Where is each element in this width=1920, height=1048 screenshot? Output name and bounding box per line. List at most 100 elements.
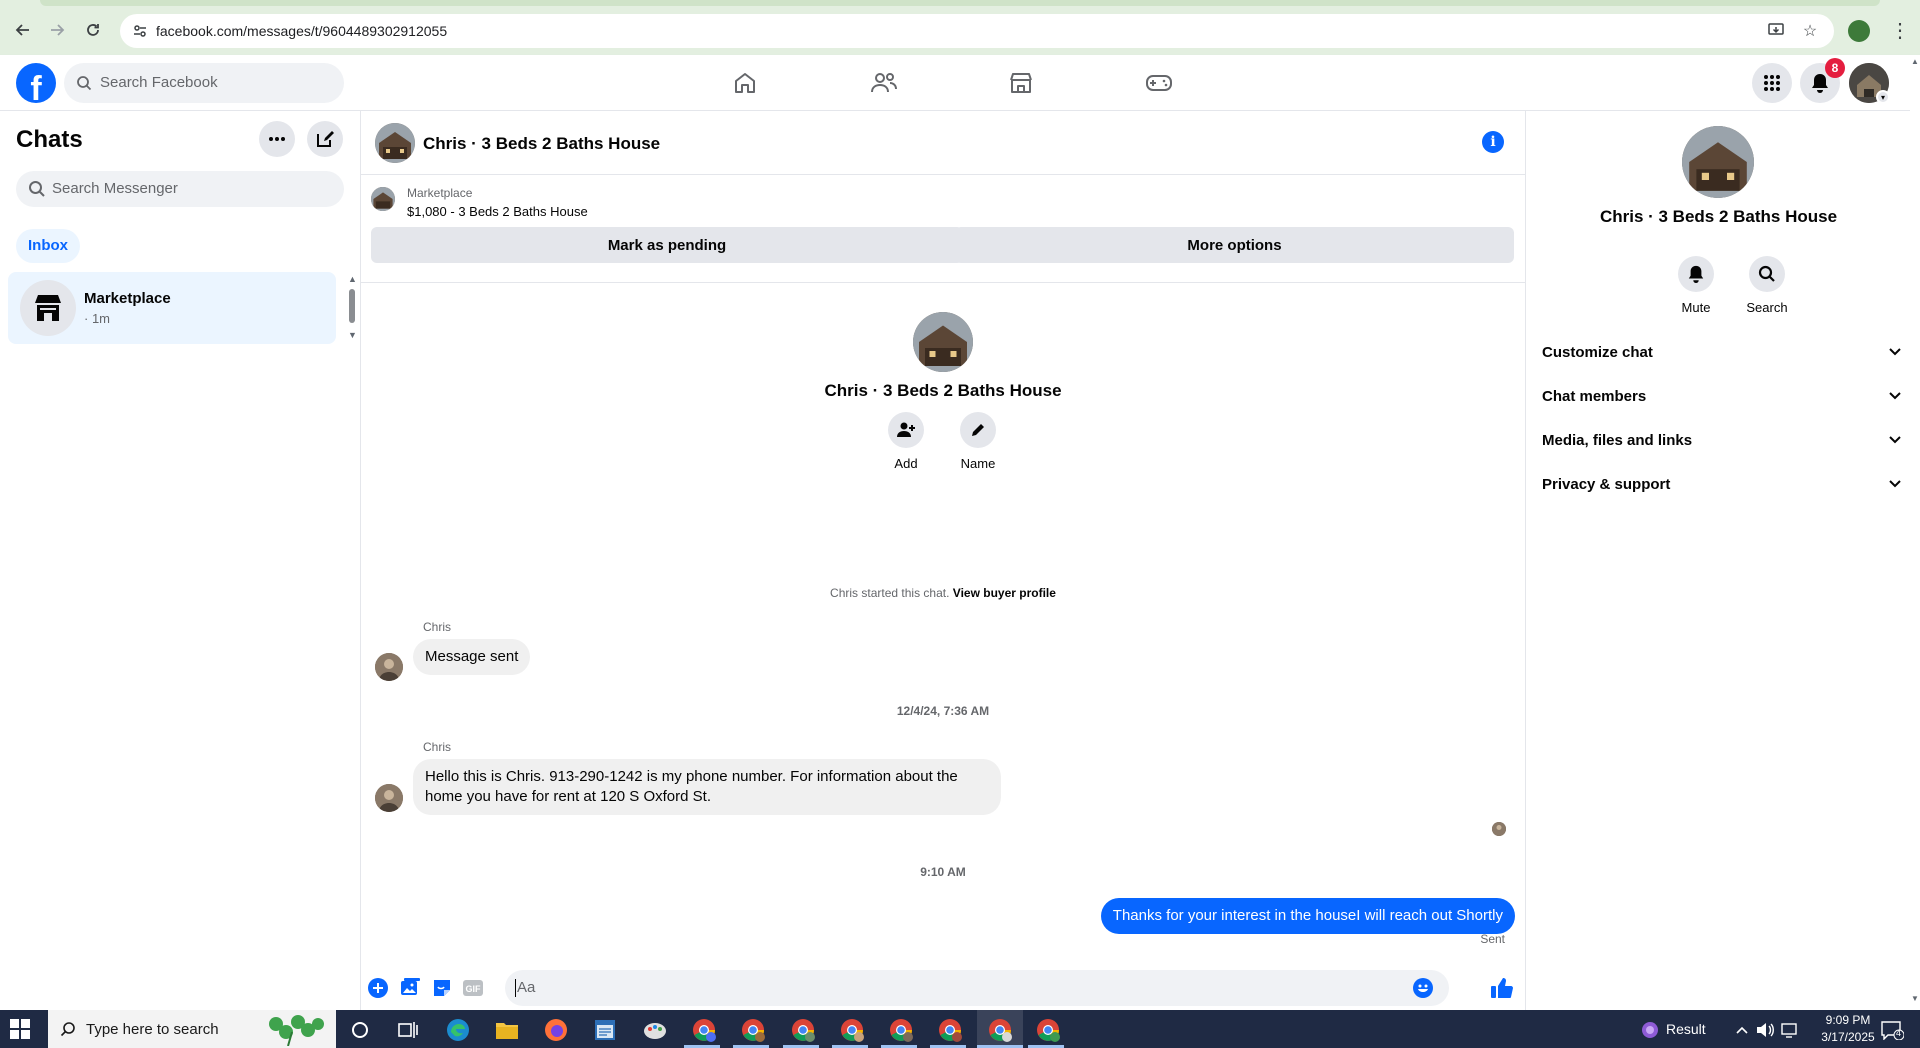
gif-button[interactable]: GIF bbox=[462, 977, 484, 999]
network-icon[interactable] bbox=[1776, 1016, 1804, 1044]
message-bubble[interactable]: Message sent bbox=[413, 639, 531, 675]
facebook-logo[interactable]: f bbox=[16, 63, 56, 103]
chrome-profile-7-icon[interactable] bbox=[1034, 1016, 1062, 1044]
new-message-button[interactable] bbox=[307, 121, 343, 157]
chrome-profile-2-icon[interactable] bbox=[739, 1016, 767, 1044]
name-label: Name bbox=[960, 456, 996, 471]
edit-name-button[interactable]: Name bbox=[948, 412, 1008, 471]
section-title: Media, files and links bbox=[1542, 431, 1693, 449]
chat-item-name: Marketplace bbox=[84, 290, 171, 307]
add-people-button[interactable]: Add bbox=[876, 412, 936, 471]
cortana-icon[interactable] bbox=[346, 1016, 374, 1044]
bookmark-star-icon[interactable]: ☆ bbox=[1800, 21, 1820, 41]
pencil-icon bbox=[972, 424, 984, 436]
taskbar-clock[interactable]: 9:09 PM 3/17/2025 bbox=[1816, 1012, 1880, 1046]
conversation-info-icon[interactable]: i bbox=[1482, 131, 1504, 153]
message-input[interactable]: Aa bbox=[505, 970, 1449, 1006]
facebook-search-input[interactable]: Search Facebook bbox=[64, 63, 344, 103]
more-options-button[interactable]: More options bbox=[955, 227, 1514, 263]
tray-label[interactable]: Result bbox=[1666, 1021, 1706, 1037]
customize-chat-section[interactable]: Customize chat bbox=[1542, 334, 1902, 370]
file-explorer-icon[interactable] bbox=[493, 1016, 521, 1044]
browser-menu-icon[interactable]: ⋮ bbox=[1890, 18, 1910, 43]
tray-app-icon[interactable] bbox=[1636, 1016, 1664, 1044]
chat-options-button[interactable] bbox=[259, 121, 295, 157]
mute-label: Mute bbox=[1681, 300, 1711, 315]
outgoing-message-bubble[interactable]: Thanks for your interest in the houseI w… bbox=[1100, 898, 1515, 934]
chrome-profile-3-icon[interactable] bbox=[789, 1016, 817, 1044]
site-info-icon[interactable] bbox=[132, 23, 148, 39]
emoji-icon[interactable] bbox=[1413, 978, 1433, 998]
page-scroll-up-arrow[interactable]: ▲ bbox=[1911, 57, 1919, 66]
listing-thumbnail[interactable] bbox=[371, 187, 395, 211]
message-bubble[interactable]: Hello this is Chris. 913-290-1242 is my … bbox=[413, 759, 1001, 815]
chrome-active-icon[interactable] bbox=[986, 1016, 1014, 1044]
nav-home-tab[interactable] bbox=[690, 61, 800, 105]
sender-avatar[interactable] bbox=[375, 653, 403, 681]
clover-icon bbox=[269, 1015, 324, 1046]
scroll-up-arrow[interactable]: ▲ bbox=[348, 274, 357, 284]
menu-button[interactable] bbox=[1752, 63, 1792, 103]
windows-start-icon[interactable] bbox=[10, 1019, 30, 1039]
chrome-profile-4-icon[interactable] bbox=[838, 1016, 866, 1044]
listing-title[interactable]: $1,080 - 3 Beds 2 Baths House bbox=[407, 204, 588, 219]
reload-button[interactable] bbox=[80, 17, 106, 43]
forward-button[interactable] bbox=[44, 17, 70, 43]
chevron-down-icon bbox=[1889, 436, 1901, 444]
browser-profile-icon[interactable] bbox=[1848, 20, 1870, 42]
more-actions-button[interactable] bbox=[367, 977, 389, 999]
chrome-profile-6-icon[interactable] bbox=[936, 1016, 964, 1044]
mute-button[interactable]: Mute bbox=[1661, 256, 1731, 315]
message-status: Sent bbox=[1480, 932, 1505, 946]
install-app-icon[interactable] bbox=[1766, 21, 1786, 41]
conversation-pane: Chris · 3 Beds 2 Baths House i Marketpla… bbox=[361, 111, 1525, 1010]
nav-gaming-tab[interactable] bbox=[1104, 61, 1214, 105]
photo-icon bbox=[401, 978, 420, 995]
svg-text:GIF: GIF bbox=[466, 984, 482, 994]
search-messenger-input[interactable]: Search Messenger bbox=[16, 171, 344, 207]
back-button[interactable] bbox=[10, 17, 36, 43]
view-buyer-profile-link[interactable]: View buyer profile bbox=[953, 586, 1056, 600]
page-scroll-down-arrow[interactable]: ▼ bbox=[1911, 994, 1919, 1003]
sidebar-scrollbar-thumb[interactable] bbox=[349, 289, 355, 323]
message-sender: Chris bbox=[423, 740, 452, 754]
account-caret-icon[interactable]: ▾ bbox=[1876, 90, 1890, 104]
inbox-filter-tab[interactable]: Inbox bbox=[16, 229, 80, 263]
nav-marketplace-tab[interactable] bbox=[966, 61, 1076, 105]
conversation-avatar[interactable] bbox=[375, 123, 415, 163]
sender-avatar[interactable] bbox=[375, 784, 403, 812]
add-label: Add bbox=[894, 456, 918, 471]
address-bar[interactable]: facebook.com/messages/t/9604489302912055… bbox=[120, 14, 1834, 48]
action-center-icon[interactable]: 4 bbox=[1878, 1016, 1906, 1044]
chat-members-section[interactable]: Chat members bbox=[1542, 378, 1902, 414]
media-files-links-section[interactable]: Media, files and links bbox=[1542, 422, 1902, 458]
attach-photo-button[interactable] bbox=[399, 977, 421, 999]
chrome-profile-5-icon[interactable] bbox=[887, 1016, 915, 1044]
privacy-support-section[interactable]: Privacy & support bbox=[1542, 466, 1902, 502]
details-avatar[interactable] bbox=[1682, 126, 1754, 198]
firefox-icon[interactable] bbox=[542, 1016, 570, 1044]
section-title: Chat members bbox=[1542, 387, 1647, 405]
paint-app-icon[interactable] bbox=[641, 1016, 669, 1044]
chrome-profile-1-icon[interactable] bbox=[690, 1016, 718, 1044]
home-icon bbox=[735, 73, 755, 93]
windows-taskbar: Type here to search Result 9:09 PM 3/17/… bbox=[0, 1010, 1920, 1048]
search-messenger-placeholder: Search Messenger bbox=[52, 180, 178, 197]
volume-icon[interactable] bbox=[1751, 1016, 1779, 1044]
conversation-title[interactable]: Chris · 3 Beds 2 Baths House bbox=[423, 134, 660, 154]
scroll-down-arrow[interactable]: ▼ bbox=[348, 330, 357, 340]
task-view-icon[interactable] bbox=[394, 1016, 422, 1044]
like-button[interactable] bbox=[1489, 975, 1515, 1001]
mark-as-pending-button[interactable]: Mark as pending bbox=[371, 227, 963, 263]
plus-circle-icon bbox=[368, 978, 388, 998]
page-scrollbar[interactable] bbox=[1910, 55, 1920, 1010]
chat-list-item[interactable]: Marketplace · 1m bbox=[8, 272, 336, 344]
details-name: Chris · 3 Beds 2 Baths House bbox=[1599, 207, 1838, 226]
app-window-icon[interactable] bbox=[591, 1016, 619, 1044]
edge-browser-icon[interactable] bbox=[444, 1016, 472, 1044]
sticker-button[interactable] bbox=[431, 977, 453, 999]
nav-friends-tab[interactable] bbox=[829, 61, 939, 105]
gif-icon: GIF bbox=[463, 980, 483, 996]
search-in-conversation-button[interactable]: Search bbox=[1732, 256, 1802, 315]
taskbar-search-box[interactable]: Type here to search bbox=[48, 1010, 336, 1048]
